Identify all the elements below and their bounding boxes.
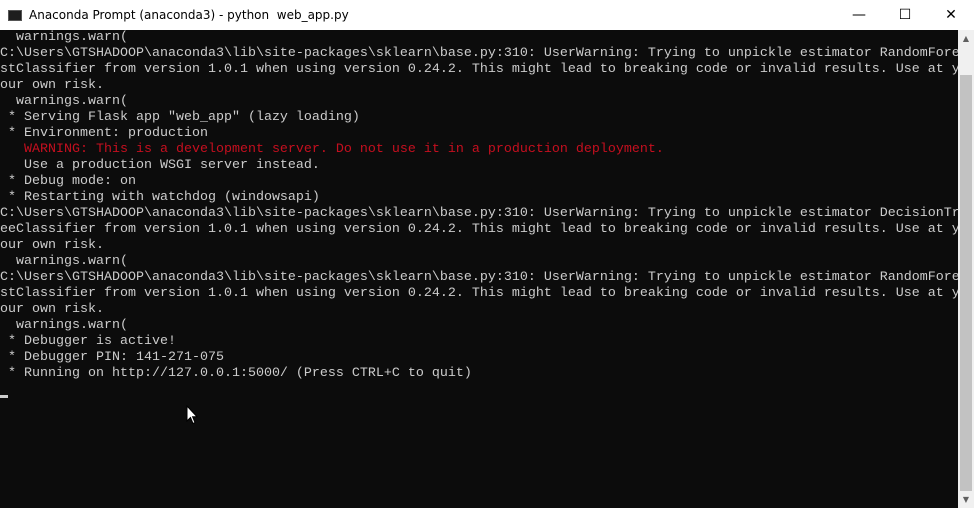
console-line: * Debug mode: on	[0, 174, 136, 189]
console-line: C:\Users\GTSHADOOP\anaconda3\lib\site-pa…	[0, 46, 958, 61]
vertical-scrollbar[interactable]: ▲ ▼	[958, 30, 974, 508]
console-line: stClassifier from version 1.0.1 when usi…	[0, 286, 958, 301]
console-line: warnings.warn(	[0, 94, 128, 109]
console-line: Use a production WSGI server instead.	[0, 158, 320, 173]
console-line: stClassifier from version 1.0.1 when usi…	[0, 62, 958, 77]
console-lines: warnings.warn(C:\Users\GTSHADOOP\anacond…	[0, 30, 958, 382]
minimize-icon: —	[852, 7, 866, 23]
close-button[interactable]: ✕	[928, 0, 974, 30]
window-title: Anaconda Prompt (anaconda3) - python web…	[29, 8, 349, 22]
console-line: * Debugger is active!	[0, 334, 176, 349]
text-cursor	[0, 395, 8, 398]
console-line: * Running on http://127.0.0.1:5000/ (Pre…	[0, 366, 472, 381]
close-icon: ✕	[945, 7, 957, 23]
console-line: our own risk.	[0, 238, 104, 253]
console-line: warnings.warn(	[0, 254, 128, 269]
scroll-up-button[interactable]: ▲	[958, 30, 974, 47]
console-line: * Serving Flask app "web_app" (lazy load…	[0, 110, 360, 125]
caption-buttons: — ☐ ✕	[836, 0, 974, 30]
console-line: * Debugger PIN: 141-271-075	[0, 350, 224, 365]
console-line: C:\Users\GTSHADOOP\anaconda3\lib\site-pa…	[0, 206, 958, 221]
title-bar[interactable]: Anaconda Prompt (anaconda3) - python web…	[0, 0, 974, 30]
console-line: our own risk.	[0, 78, 104, 93]
scroll-down-button[interactable]: ▼	[958, 491, 974, 508]
console-output[interactable]: warnings.warn(C:\Users\GTSHADOOP\anacond…	[0, 30, 958, 508]
mouse-pointer-icon	[186, 405, 198, 425]
terminal-icon	[8, 9, 22, 21]
console-window: Anaconda Prompt (anaconda3) - python web…	[0, 0, 974, 508]
console-line: WARNING: This is a development server. D…	[0, 142, 664, 157]
console-line: * Environment: production	[0, 126, 208, 141]
scrollbar-thumb[interactable]	[960, 75, 972, 491]
arrow-up-icon: ▲	[962, 34, 970, 43]
maximize-icon: ☐	[898, 7, 912, 23]
maximize-button[interactable]: ☐	[882, 0, 928, 30]
minimize-button[interactable]: —	[836, 0, 882, 30]
console-line: warnings.warn(	[0, 30, 128, 45]
console-line: warnings.warn(	[0, 318, 128, 333]
arrow-down-icon: ▼	[962, 495, 970, 504]
console-line: C:\Users\GTSHADOOP\anaconda3\lib\site-pa…	[0, 270, 958, 285]
console-line: eeClassifier from version 1.0.1 when usi…	[0, 222, 958, 237]
console-line: * Restarting with watchdog (windowsapi)	[0, 190, 320, 205]
console-line: our own risk.	[0, 302, 104, 317]
